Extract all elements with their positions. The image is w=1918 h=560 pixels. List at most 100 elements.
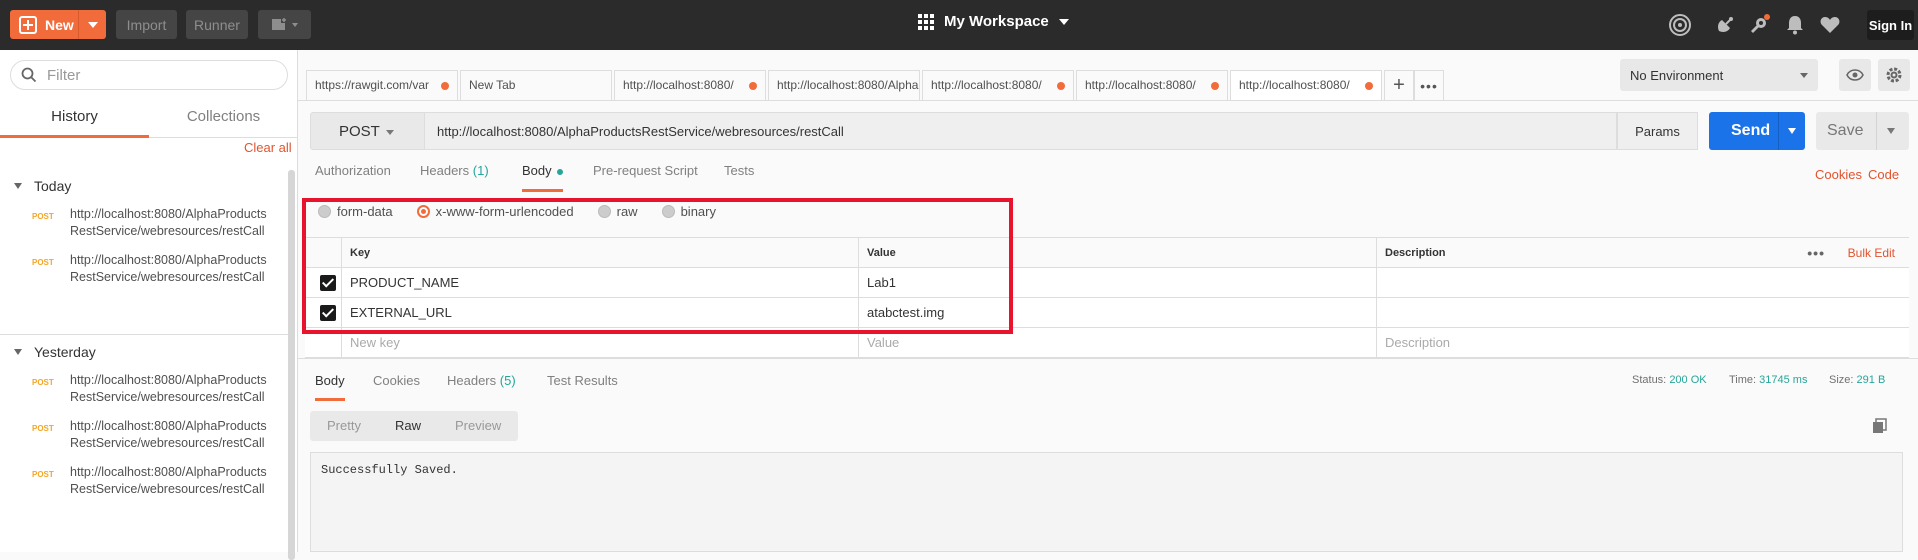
save-button[interactable]: Save (1816, 112, 1909, 150)
manage-environments-button[interactable] (1878, 59, 1910, 91)
gear-icon (1886, 67, 1902, 83)
chevron-down-icon (14, 183, 22, 189)
body-indicator-dot (556, 168, 563, 175)
runner-button[interactable]: Runner (186, 10, 248, 39)
history-group-header[interactable]: Today (0, 174, 285, 198)
copy-icon[interactable] (1872, 418, 1888, 434)
sidebar-tabs: History Collections (0, 102, 298, 138)
history-item-url: http://localhost:8080/AlphaProductsRestS… (70, 207, 267, 238)
history-item[interactable]: POST http://localhost:8080/AlphaProducts… (0, 372, 285, 406)
code-link[interactable]: Code (1868, 167, 1899, 182)
heart-icon[interactable] (1819, 14, 1841, 36)
view-mode-pretty[interactable]: Pretty (310, 411, 378, 441)
chevron-down-icon (1058, 18, 1069, 25)
tab-history[interactable]: History (0, 102, 149, 138)
settings-icon[interactable] (1748, 14, 1770, 36)
response-tab-body[interactable]: Body (315, 373, 345, 401)
response-size: Size: 291 B (1829, 374, 1886, 386)
sign-in-button[interactable]: Sign In (1867, 10, 1914, 40)
request-tab[interactable]: https://rawgit.com/var (306, 70, 458, 100)
new-window-button[interactable] (258, 10, 311, 39)
url-input[interactable]: http://localhost:8080/AlphaProductsRestS… (425, 112, 1617, 150)
history-item[interactable]: POST http://localhost:8080/AlphaProducts… (0, 252, 285, 286)
group-title: Yesterday (34, 344, 96, 360)
request-tab-active[interactable]: http://localhost:8080/ (1230, 70, 1382, 100)
unsaved-dot (1057, 82, 1065, 90)
filter-input[interactable] (47, 66, 267, 84)
bulk-edit-link[interactable]: Bulk Edit (1848, 238, 1895, 268)
unsaved-dot (1365, 82, 1373, 90)
new-button[interactable]: New (10, 10, 106, 39)
unsaved-dot (749, 82, 757, 90)
chevron-down-icon (14, 349, 22, 355)
clear-all-link[interactable]: Clear all (244, 140, 292, 155)
view-mode-raw[interactable]: Raw (378, 411, 438, 441)
environment-select[interactable]: No Environment (1620, 59, 1818, 91)
sidebar-scrollbar[interactable] (288, 170, 295, 560)
send-button[interactable]: Send (1709, 112, 1805, 150)
history-item-url: http://localhost:8080/AlphaProductsRestS… (70, 253, 267, 284)
history-group-today: Today POST http://localhost:8080/AlphaPr… (0, 174, 285, 298)
request-tab[interactable]: http://localhost:8080/AlphaI (768, 70, 920, 100)
bell-icon[interactable] (1784, 14, 1806, 36)
tab-headers[interactable]: Headers (1) (420, 160, 489, 192)
chevron-down-icon[interactable] (1887, 128, 1895, 134)
new-window-icon (271, 16, 298, 30)
workspace-label: My Workspace (944, 13, 1049, 30)
tab-prerequest-script[interactable]: Pre-request Script (593, 160, 698, 192)
workspace-switcher[interactable]: My Workspace (918, 13, 1069, 30)
description-cell[interactable] (1376, 298, 1909, 327)
history-item[interactable]: POST http://localhost:8080/AlphaProducts… (0, 418, 285, 452)
history-item[interactable]: POST http://localhost:8080/AlphaProducts… (0, 464, 285, 498)
headers-count: (1) (472, 163, 489, 178)
request-tabs-bar: https://rawgit.com/var New Tab http://lo… (298, 50, 1620, 100)
request-tab[interactable]: http://localhost:8080/ (614, 70, 766, 100)
plus-icon (19, 15, 37, 34)
add-tab-button[interactable]: + (1384, 70, 1414, 100)
request-tab[interactable]: New Tab (460, 70, 612, 100)
filter-field[interactable] (10, 60, 288, 90)
more-tabs-button[interactable]: ••• (1414, 70, 1444, 100)
response-body[interactable]: Successfully Saved. (310, 452, 1903, 552)
chevron-down-icon (386, 130, 394, 135)
method-value: POST (339, 122, 380, 140)
request-tab[interactable]: http://localhost:8080/ (922, 70, 1074, 100)
chevron-down-icon[interactable] (88, 22, 98, 28)
description-cell[interactable] (1376, 268, 1909, 297)
response-tab-headers[interactable]: Headers (5) (447, 373, 516, 399)
annotation-highlight-box (302, 198, 1013, 334)
tab-authorization[interactable]: Authorization (315, 160, 391, 192)
tab-collections[interactable]: Collections (149, 102, 298, 138)
params-button[interactable]: Params (1617, 112, 1698, 150)
chevron-down-icon[interactable] (1788, 128, 1796, 134)
response-view-modes: Pretty Raw Preview (310, 411, 519, 441)
column-header-description: Description (1376, 238, 1909, 267)
response-headers-count: (5) (499, 373, 516, 388)
response-tab-cookies[interactable]: Cookies (373, 373, 420, 399)
history-item-url: http://localhost:8080/AlphaProductsRestS… (70, 419, 267, 450)
environment-quicklook-button[interactable] (1839, 59, 1871, 91)
view-mode-preview[interactable]: Preview (438, 411, 518, 441)
satellite-icon[interactable] (1714, 14, 1736, 36)
eye-icon (1846, 69, 1864, 81)
response-time: Time: 31745 ms (1729, 374, 1808, 386)
sync-icon[interactable] (1668, 13, 1692, 37)
import-button[interactable]: Import (116, 10, 177, 39)
history-group-yesterday: Yesterday POST http://localhost:8080/Alp… (0, 340, 285, 510)
cookies-link[interactable]: Cookies (1815, 167, 1862, 182)
environment-value: No Environment (1630, 67, 1724, 83)
new-description-input[interactable]: Description (1376, 328, 1909, 357)
method-select[interactable]: POST (310, 112, 425, 150)
method-badge: POST (32, 470, 54, 479)
history-item[interactable]: POST http://localhost:8080/AlphaProducts… (0, 206, 285, 240)
status-value: 200 OK (1669, 374, 1707, 386)
history-group-header[interactable]: Yesterday (0, 340, 285, 364)
response-tab-test-results[interactable]: Test Results (547, 373, 618, 399)
search-icon (21, 67, 37, 83)
request-tab[interactable]: http://localhost:8080/ (1076, 70, 1228, 100)
response-status: Status: 200 OK (1632, 374, 1707, 386)
tab-tests[interactable]: Tests (724, 160, 754, 192)
more-options-icon[interactable]: ••• (1807, 238, 1825, 268)
method-badge: POST (32, 378, 54, 387)
tab-body[interactable]: Body (522, 160, 563, 192)
